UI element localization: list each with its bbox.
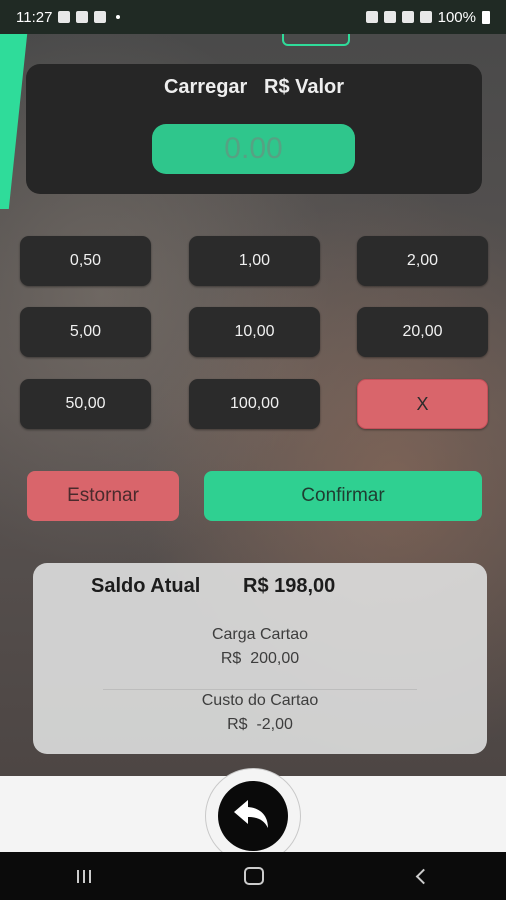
custo-label: Custo do Cartao bbox=[201, 692, 319, 709]
clear-button[interactable]: X bbox=[357, 379, 488, 429]
amount-button-50-00[interactable]: 50,00 bbox=[20, 379, 151, 429]
panel-title: Carregar R$ Valor bbox=[26, 76, 482, 99]
carga-value: R$ 200,00 bbox=[220, 650, 300, 667]
system-nav-bar bbox=[0, 852, 506, 900]
signal-icon-2 bbox=[419, 11, 432, 23]
amount-button-20-00[interactable]: 20,00 bbox=[357, 307, 488, 357]
status-left: 11:27 bbox=[16, 8, 121, 26]
battery-icon bbox=[482, 10, 490, 24]
status-time: 11:27 bbox=[16, 8, 53, 26]
estornar-button[interactable]: Estornar bbox=[27, 471, 179, 521]
confirmar-button[interactable]: Confirmar bbox=[204, 471, 482, 521]
notification-dot-icon bbox=[116, 15, 121, 19]
load-panel: Carregar R$ Valor 0.00 bbox=[26, 64, 482, 194]
home-icon[interactable] bbox=[244, 867, 265, 885]
wifi-icon bbox=[383, 11, 396, 23]
undo-arrow-icon bbox=[218, 781, 288, 851]
amount-button-5-00[interactable]: 5,00 bbox=[20, 307, 151, 357]
gallery-icon bbox=[58, 11, 71, 23]
teams-icon bbox=[76, 11, 89, 23]
main-area: Carregar R$ Valor 0.00 0,50 1,00 2,00 5,… bbox=[0, 34, 506, 776]
amount-button-100-00[interactable]: 100,00 bbox=[189, 379, 320, 429]
status-bar: 11:27 100% bbox=[0, 0, 506, 34]
recent-apps-icon[interactable] bbox=[76, 869, 91, 883]
battery-percent: 100% bbox=[437, 8, 476, 26]
title-carregar: Carregar bbox=[163, 76, 248, 98]
carga-label: Carga Cartao bbox=[211, 626, 309, 643]
teams-icon-2 bbox=[94, 11, 107, 23]
balance-card: Saldo Atual R$ 198,00 Carga Cartao R$ 20… bbox=[33, 563, 487, 754]
custo-value: R$ -2,00 bbox=[227, 716, 293, 733]
balance-label: Saldo Atual bbox=[91, 575, 201, 597]
bottom-bar bbox=[0, 768, 506, 864]
nav-back-icon[interactable] bbox=[415, 868, 432, 884]
amount-button-1-00[interactable]: 1,00 bbox=[189, 236, 320, 286]
decorative-tab bbox=[282, 34, 350, 46]
amount-input[interactable]: 0.00 bbox=[152, 124, 355, 174]
signal-icon bbox=[401, 11, 414, 23]
amount-button-0-50[interactable]: 0,50 bbox=[20, 236, 151, 286]
back-button[interactable] bbox=[205, 768, 301, 864]
amount-button-10-00[interactable]: 10,00 bbox=[189, 307, 320, 357]
amount-value: 0.00 bbox=[224, 132, 283, 165]
title-valor: R$ Valor bbox=[264, 76, 345, 98]
amount-button-2-00[interactable]: 2,00 bbox=[357, 236, 488, 286]
decorative-stripe bbox=[0, 34, 28, 209]
status-right: 100% bbox=[365, 8, 490, 26]
balance-value: R$ 198,00 bbox=[243, 575, 336, 597]
alarm-icon bbox=[365, 11, 378, 23]
